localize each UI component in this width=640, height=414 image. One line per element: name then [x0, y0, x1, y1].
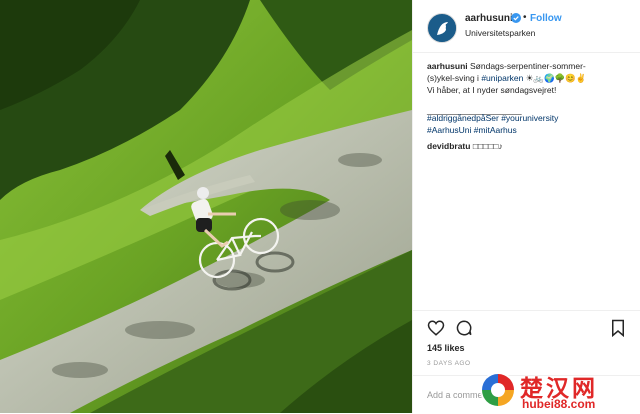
- post-photo[interactable]: [0, 0, 412, 413]
- post-timestamp: 3 DAYS AGO: [427, 360, 471, 367]
- caption-emoji: ☀🚲🌍🌳😊✌: [525, 73, 587, 83]
- caption-line3: Vi håber, at I nyder søndagsvejret!: [427, 85, 557, 95]
- caption-hashtags: #aldriggånedpåSer #youruniversity #Aarhu…: [427, 112, 632, 136]
- account-username[interactable]: aarhusuni: [465, 13, 513, 24]
- bookmark-icon[interactable]: [609, 319, 627, 337]
- verified-badge-icon: [511, 13, 521, 23]
- comment-item: devidbratu □□□□□♪: [427, 141, 503, 151]
- aarhus-logo-icon: [429, 15, 456, 42]
- account-avatar[interactable]: [427, 13, 457, 43]
- instagram-post: aarhusuni • Follow Universitetsparken aa…: [0, 0, 640, 413]
- comment-icon[interactable]: [455, 319, 473, 337]
- header-dot-separator: •: [523, 12, 527, 23]
- post-caption: aarhusuni Søndags-serpentiner-sommer- (s…: [427, 60, 632, 96]
- hashtags-line1[interactable]: #aldriggånedpåSer #youruniversity: [427, 113, 558, 123]
- heart-icon[interactable]: [427, 319, 445, 337]
- caption-line2-prefix: (s)ykel-sving i: [427, 73, 482, 83]
- likes-count[interactable]: 145 likes: [427, 343, 465, 353]
- caption-line1: Søndags-serpentiner-sommer-: [470, 61, 586, 71]
- post-actions-bar: [413, 310, 640, 347]
- caption-username[interactable]: aarhusuni: [427, 61, 468, 71]
- post-header: aarhusuni • Follow Universitetsparken: [413, 0, 640, 53]
- watermark-logo-icon: [480, 372, 516, 408]
- comment-text: □□□□□♪: [472, 141, 503, 151]
- hashtags-line2[interactable]: #AarhusUni #mitAarhus: [427, 125, 517, 135]
- cyclist-park-photo: [0, 0, 412, 413]
- follow-button[interactable]: Follow: [530, 13, 562, 24]
- hashtag-uniparken[interactable]: #uniparken: [481, 73, 523, 83]
- post-location[interactable]: Universitetsparken: [465, 28, 535, 38]
- watermark-url: hubei88.com: [522, 397, 596, 411]
- comment-username[interactable]: devidbratu: [427, 141, 470, 151]
- post-sidebar: aarhusuni • Follow Universitetsparken aa…: [412, 0, 640, 413]
- site-watermark: 楚汉网 hubei88.com: [478, 368, 640, 413]
